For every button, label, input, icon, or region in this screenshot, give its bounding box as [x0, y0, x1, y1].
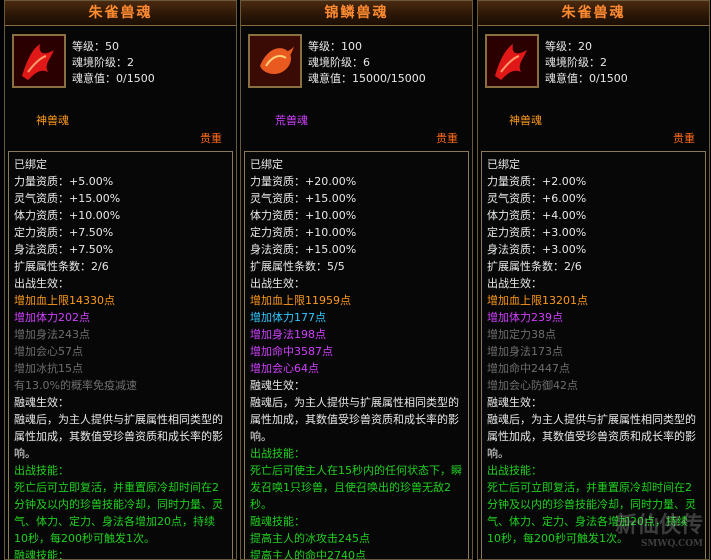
battle-effect: 增加冰抗15点	[14, 362, 83, 375]
battle-effect-header: 出战生效：	[487, 277, 542, 290]
item-details: 已绑定力量资质：+5.00% 灵气资质：+15.00% 体力资质：+10.00% 定力…	[8, 151, 233, 560]
battle-effect: 增加血上限13201点	[487, 294, 588, 307]
level-text: 等级：50	[72, 40, 119, 53]
fuse-skill-header: 融魂技能：	[250, 515, 305, 528]
aptitude-stat: 体力资质：+10.00%	[14, 209, 121, 222]
aptitude-stat: 定力资质：+7.50%	[14, 226, 114, 239]
level-text: 等级：20	[545, 40, 592, 53]
vermilion-bird-soul-icon	[12, 34, 66, 88]
aptitude-stat: 灵气资质：+15.00%	[14, 192, 121, 205]
tier-text: 魂境阶级：2	[72, 56, 134, 69]
watermark-url: SMWQ.COM	[640, 539, 703, 549]
soul-value-text: 魂意值：0/1500	[545, 72, 628, 85]
watermark-text: 新仙侠传	[614, 512, 703, 538]
bound-status: 已绑定	[487, 158, 520, 171]
aptitude-stat: 力量资质：+20.00%	[250, 175, 357, 188]
battle-skill-header: 出战技能：	[250, 447, 305, 460]
fuse-effect-desc: 融魂后，为主人提供与扩展属性相同类型的属性加成，其数值受珍兽资质和成长率的影响。	[14, 413, 223, 460]
item-header: 等级：20 魂境阶级：2 魂意值：0/1500 神兽魂贵重	[478, 26, 709, 154]
level-text: 等级：100	[308, 40, 362, 53]
battle-skill-desc: 死亡后可使主人在15秒内的任何状态下，瞬发召唤1只珍兽，且使召唤出的珍兽无敌2秒…	[250, 464, 462, 511]
bound-status: 已绑定	[250, 158, 283, 171]
grade-label: 贵重	[200, 132, 222, 145]
battle-effect: 有13.0%的概率免疫减速	[14, 379, 137, 392]
battle-effect: 增加血上限11959点	[250, 294, 351, 307]
battle-skill-header: 出战技能：	[14, 464, 69, 477]
grade-label: 贵重	[436, 132, 458, 145]
battle-skill-desc: 死亡后可立即复活，并重置原冷却时间在2分钟及以内的珍兽技能冷却，同时力量、灵气、…	[14, 481, 223, 545]
fuse-effect-header: 融魂生效：	[487, 396, 542, 409]
battle-effect: 增加会心57点	[14, 345, 83, 358]
brocade-scale-soul-icon	[248, 34, 302, 88]
aptitude-stat: 定力资质：+10.00%	[250, 226, 357, 239]
aptitude-stat: 体力资质：+4.00%	[487, 209, 587, 222]
battle-effect: 增加体力202点	[14, 311, 90, 324]
aptitude-stat: 体力资质：+10.00%	[250, 209, 357, 222]
site-watermark: 新仙侠传 SMWQ.COM	[615, 507, 703, 549]
soul-value-text: 魂意值：0/1500	[72, 72, 155, 85]
battle-effect-header: 出战生效：	[14, 277, 69, 290]
battle-effect: 增加体力177点	[250, 311, 326, 324]
grade-label: 贵重	[673, 132, 695, 145]
aptitude-stat: 定力资质：+3.00%	[487, 226, 587, 239]
extend-attr-count: 扩展属性条数：5/5	[250, 260, 345, 273]
fuse-skill: 提高主人的命中2740点	[250, 549, 366, 560]
soul-value-text: 魂意值：15000/15000	[308, 72, 426, 85]
battle-effect: 增加会心64点	[250, 362, 319, 375]
aptitude-stat: 灵气资质：+6.00%	[487, 192, 587, 205]
item-header: 等级：50 魂境阶级：2 魂意值：0/1500 神兽魂贵重	[5, 26, 236, 154]
tier-text: 魂境阶级：2	[545, 56, 607, 69]
bound-status: 已绑定	[14, 158, 47, 171]
item-title: 朱雀兽魂	[5, 1, 236, 26]
battle-effect: 增加体力239点	[487, 311, 563, 324]
battle-effect: 增加身法173点	[487, 345, 563, 358]
aptitude-stat: 灵气资质：+15.00%	[250, 192, 357, 205]
battle-effect: 增加命中3587点	[250, 345, 333, 358]
item-tooltip-panel: 朱雀兽魂等级：50 魂境阶级：2 魂意值：0/1500 神兽魂贵重已绑定力量资质：+5…	[4, 0, 237, 560]
rank-label: 荒兽魂	[275, 114, 308, 127]
battle-effect: 增加命中2447点	[487, 362, 570, 375]
item-tooltip-panel: 朱雀兽魂等级：20 魂境阶级：2 魂意值：0/1500 神兽魂贵重已绑定力量资质：+2…	[477, 0, 710, 560]
item-header: 等级：100 魂境阶级：6 魂意值：15000/15000 荒兽魂贵重	[241, 26, 472, 154]
tier-text: 魂境阶级：6	[308, 56, 370, 69]
aptitude-stat: 身法资质：+7.50%	[14, 243, 114, 256]
vermilion-bird-soul-icon	[485, 34, 539, 88]
fuse-effect-header: 融魂生效：	[250, 379, 305, 392]
battle-effect: 增加定力38点	[487, 328, 556, 341]
battle-effect: 增加会心防御42点	[487, 379, 578, 392]
aptitude-stat: 力量资质：+2.00%	[487, 175, 587, 188]
rank-label: 神兽魂	[36, 114, 69, 127]
fuse-skill: 提高主人的冰攻击245点	[250, 532, 370, 545]
item-tooltip-panel: 锦鳞兽魂等级：100 魂境阶级：6 魂意值：15000/15000 荒兽魂贵重已绑定力…	[240, 0, 473, 560]
item-title: 锦鳞兽魂	[241, 1, 472, 26]
battle-skill-header: 出战技能：	[487, 464, 542, 477]
fuse-effect-desc: 融魂后，为主人提供与扩展属性相同类型的属性加成，其数值受珍兽资质和成长率的影响。	[250, 396, 459, 443]
rank-label: 神兽魂	[509, 114, 542, 127]
extend-attr-count: 扩展属性条数：2/6	[14, 260, 109, 273]
aptitude-stat: 力量资质：+5.00%	[14, 175, 114, 188]
battle-effect: 增加身法243点	[14, 328, 90, 341]
aptitude-stat: 身法资质：+3.00%	[487, 243, 587, 256]
aptitude-stat: 身法资质：+15.00%	[250, 243, 357, 256]
battle-effect: 增加身法198点	[250, 328, 326, 341]
extend-attr-count: 扩展属性条数：2/6	[487, 260, 582, 273]
fuse-skill-header: 融魂技能：	[14, 549, 69, 560]
item-details: 已绑定力量资质：+2.00% 灵气资质：+6.00% 体力资质：+4.00% 定力资质…	[481, 151, 706, 559]
fuse-effect-header: 融魂生效：	[14, 396, 69, 409]
fuse-effect-desc: 融魂后，为主人提供与扩展属性相同类型的属性加成，其数值受珍兽资质和成长率的影响。	[487, 413, 696, 460]
battle-effect-header: 出战生效：	[250, 277, 305, 290]
battle-effect: 增加血上限14330点	[14, 294, 115, 307]
item-details: 已绑定力量资质：+20.00% 灵气资质：+15.00% 体力资质：+10.00% 定…	[244, 151, 469, 560]
item-title: 朱雀兽魂	[478, 1, 709, 26]
